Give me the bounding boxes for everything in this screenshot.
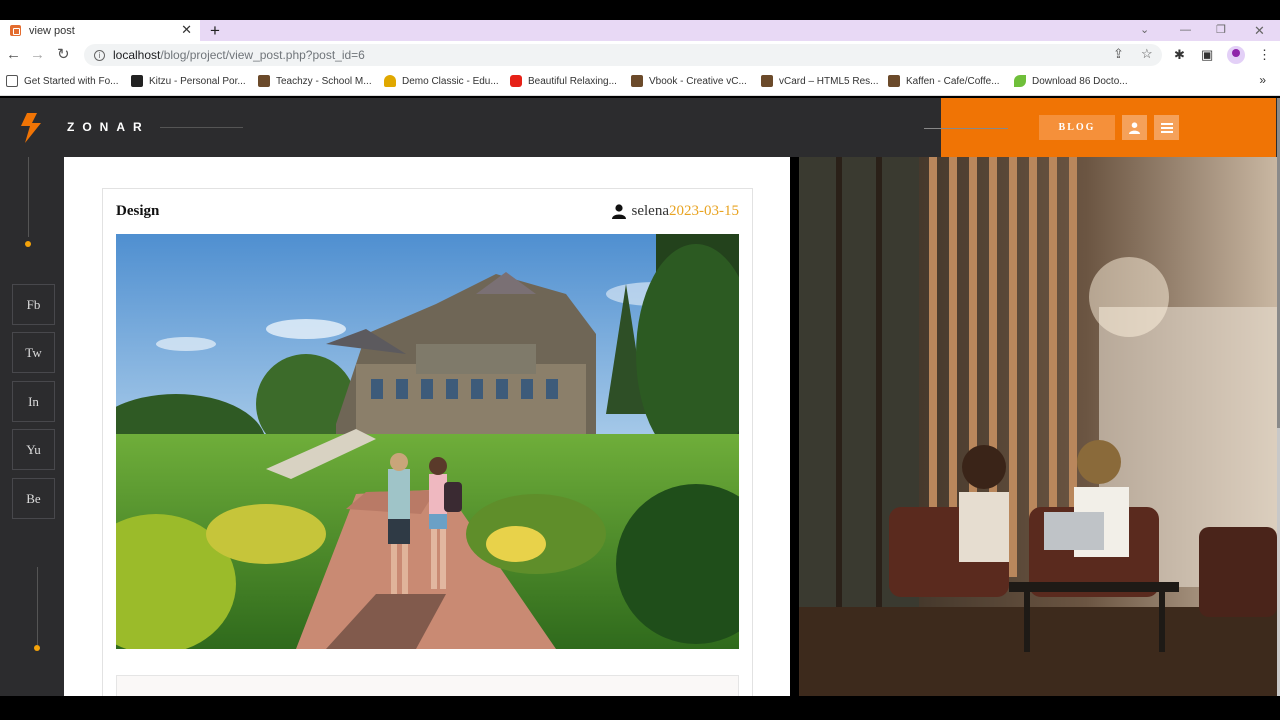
site-icon <box>131 75 143 87</box>
social-link-twitter[interactable]: Tw <box>12 332 55 373</box>
site-icon <box>761 75 773 87</box>
header-divider <box>160 127 243 128</box>
bookmark-item[interactable]: Demo Classic - Edu... <box>384 75 499 87</box>
post-author: selena <box>631 203 669 219</box>
zonar-logo-icon[interactable] <box>18 112 44 149</box>
menu-kebab-icon[interactable]: ⋮ <box>1258 46 1271 64</box>
sidebar-line <box>28 157 29 237</box>
post-card: Design selena 2023-03-15 <box>102 188 753 715</box>
logo-text[interactable]: ZONAR <box>67 120 150 134</box>
menu-icon <box>1160 122 1173 133</box>
share-icon[interactable]: ⇪ <box>1113 45 1124 63</box>
browser-toolbar: ← → ↻ i localhost/blog/project/view_post… <box>0 41 1280 69</box>
bookmark-item[interactable]: Vbook - Creative vC... <box>631 75 747 87</box>
sidebar-dot <box>25 241 31 247</box>
user-icon <box>1129 121 1140 134</box>
sidebar-line <box>37 567 38 645</box>
bookmark-item[interactable]: Beautiful Relaxing... <box>510 75 617 87</box>
url-path: /blog/project/view_post.php?post_id=6 <box>160 48 365 62</box>
post-main: Design selena 2023-03-15 <box>64 157 790 715</box>
social-sidebar: Fb Tw In Yu Be <box>0 157 64 696</box>
site-info-icon[interactable]: i <box>94 49 105 61</box>
reload-icon[interactable]: ↻ <box>57 45 70 65</box>
new-tab-icon[interactable]: + <box>210 20 220 41</box>
firebase-icon <box>6 75 18 87</box>
social-link-facebook[interactable]: Fb <box>12 284 55 325</box>
post-meta: selena 2023-03-15 <box>611 203 739 220</box>
back-icon[interactable]: ← <box>6 45 21 65</box>
site-icon <box>258 75 270 87</box>
site-favicon-icon <box>10 25 21 36</box>
tab-search-icon[interactable]: ⌄ <box>1140 20 1149 41</box>
bookmarks-bar: Get Started with Fo... Kitzu - Personal … <box>0 69 1280 96</box>
post-hero-image <box>116 234 739 649</box>
restore-icon[interactable]: ❐ <box>1216 20 1226 41</box>
bookmark-item[interactable]: Download 86 Docto... <box>1014 75 1128 87</box>
bookmark-star-icon[interactable]: ☆ <box>1141 45 1153 63</box>
letterbox-top <box>0 0 1280 20</box>
url-host: localhost <box>113 48 161 62</box>
youtube-icon <box>510 75 522 87</box>
leaf-icon <box>1014 75 1026 87</box>
forward-icon[interactable]: → <box>30 45 45 65</box>
browser-tab[interactable]: view post ✕ <box>0 20 200 41</box>
cafe-photo <box>799 157 1277 696</box>
extensions-puzzle-icon[interactable]: ✱ <box>1174 46 1185 64</box>
address-bar[interactable]: i localhost/blog/project/view_post.php?p… <box>84 44 1162 66</box>
minimize-icon[interactable]: — <box>1180 20 1191 41</box>
author-user-icon <box>611 204 626 219</box>
side-panel-icon[interactable]: ▣ <box>1201 46 1213 64</box>
graduation-icon <box>384 75 396 87</box>
close-tab-icon[interactable]: ✕ <box>181 22 192 38</box>
hamburger-menu-button[interactable] <box>1154 115 1179 140</box>
browser-tab-strip: view post ✕ + ⌄ — ❐ ✕ <box>0 20 1280 41</box>
bookmark-item[interactable]: Kitzu - Personal Por... <box>131 75 246 87</box>
letterbox-bottom <box>0 696 1280 720</box>
bookmarks-overflow-button[interactable]: » <box>1259 73 1266 87</box>
close-window-icon[interactable]: ✕ <box>1254 20 1265 41</box>
profile-avatar-icon[interactable] <box>1227 46 1245 64</box>
sidebar-dot <box>34 645 40 651</box>
post-category[interactable]: Design <box>116 203 159 220</box>
post-date: 2023-03-15 <box>669 203 739 219</box>
site-icon <box>631 75 643 87</box>
blog-nav-button[interactable]: BLOG <box>1039 115 1115 140</box>
bookmark-item[interactable]: Teachzy - School M... <box>258 75 372 87</box>
social-link-instagram[interactable]: In <box>12 381 55 422</box>
tab-title: view post <box>29 24 75 37</box>
social-link-youtube[interactable]: Yu <box>12 429 55 470</box>
site-icon <box>888 75 900 87</box>
bookmark-item[interactable]: Kaffen - Cafe/Coffe... <box>888 75 1000 87</box>
user-account-button[interactable] <box>1122 115 1147 140</box>
bookmark-item[interactable]: vCard – HTML5 Res... <box>761 75 878 87</box>
social-link-behance[interactable]: Be <box>12 478 55 519</box>
bookmark-item[interactable]: Get Started with Fo... <box>6 75 118 87</box>
header-divider-right <box>924 128 1008 129</box>
